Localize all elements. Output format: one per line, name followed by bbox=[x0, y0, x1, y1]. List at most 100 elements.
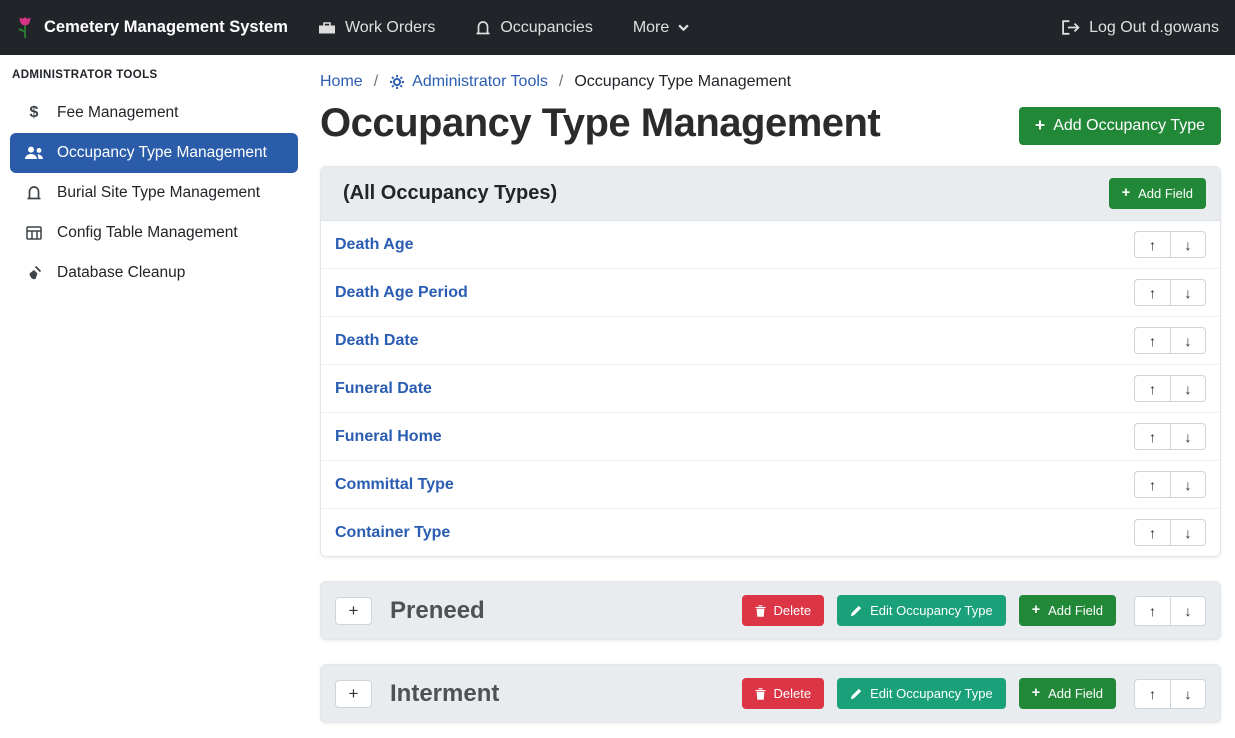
field-link-death-date[interactable]: Death Date bbox=[335, 332, 419, 350]
add-field-button[interactable]: + Add Field bbox=[1109, 178, 1206, 209]
sidebar-item-database-cleanup[interactable]: Database Cleanup bbox=[0, 253, 308, 293]
breadcrumb: Home / Administrator Tools / Occupancy T… bbox=[320, 65, 1221, 91]
breadcrumb-separator: / bbox=[374, 73, 378, 91]
field-row: Committal Type ↑ ↓ bbox=[321, 460, 1220, 508]
move-up-button[interactable]: ↑ bbox=[1134, 423, 1170, 450]
nav-item-occupancies[interactable]: Occupancies bbox=[475, 19, 593, 37]
breadcrumb-admin-tools-link[interactable]: Administrator Tools bbox=[389, 73, 548, 91]
sidebar-item-label: Database Cleanup bbox=[57, 264, 185, 282]
logout-button[interactable]: Log Out d.gowans bbox=[1061, 19, 1219, 37]
button-label: Delete bbox=[774, 603, 812, 618]
move-down-button[interactable]: ↓ bbox=[1170, 471, 1206, 498]
sidebar-item-fee-management[interactable]: $ Fee Management bbox=[0, 93, 308, 133]
sidebar-item-label: Fee Management bbox=[57, 104, 179, 122]
delete-button[interactable]: Delete bbox=[742, 678, 825, 709]
move-up-button[interactable]: ↑ bbox=[1134, 519, 1170, 546]
flower-logo-icon bbox=[16, 15, 34, 41]
sidebar-item-burial-site-type-management[interactable]: Burial Site Type Management bbox=[0, 173, 308, 213]
nav-item-work-orders[interactable]: Work Orders bbox=[318, 19, 435, 37]
nav-label: Work Orders bbox=[345, 19, 435, 37]
button-label: Add Field bbox=[1048, 603, 1103, 618]
field-row: Funeral Home ↑ ↓ bbox=[321, 412, 1220, 460]
move-down-button[interactable]: ↓ bbox=[1170, 679, 1206, 709]
move-down-button[interactable]: ↓ bbox=[1170, 423, 1206, 450]
navbar-links: Work Orders Occupancies More bbox=[318, 19, 689, 37]
breadcrumb-separator: / bbox=[559, 73, 563, 91]
main-content: Home / Administrator Tools / Occupancy T… bbox=[308, 55, 1235, 738]
move-down-button[interactable]: ↓ bbox=[1170, 231, 1206, 258]
delete-button[interactable]: Delete bbox=[742, 595, 825, 626]
app-brand[interactable]: Cemetery Management System bbox=[16, 15, 288, 41]
move-up-button[interactable]: ↑ bbox=[1134, 231, 1170, 258]
add-field-button[interactable]: + Add Field bbox=[1019, 595, 1116, 626]
reorder-group: ↑ ↓ bbox=[1134, 375, 1206, 402]
trash-icon bbox=[755, 688, 766, 700]
field-link-container-type[interactable]: Container Type bbox=[335, 524, 450, 542]
sidebar: ADMINISTRATOR TOOLS $ Fee Management Occ… bbox=[0, 55, 308, 738]
gear-icon bbox=[389, 74, 405, 90]
move-up-button[interactable]: ↑ bbox=[1134, 327, 1170, 354]
pencil-icon bbox=[850, 688, 862, 700]
move-down-button[interactable]: ↓ bbox=[1170, 375, 1206, 402]
move-down-button[interactable]: ↓ bbox=[1170, 279, 1206, 306]
app-title: Cemetery Management System bbox=[44, 18, 288, 37]
occupancy-type-card-preneed: + Preneed Delete bbox=[320, 581, 1221, 640]
edit-occupancy-type-button[interactable]: Edit Occupancy Type bbox=[837, 595, 1006, 626]
move-down-button[interactable]: ↓ bbox=[1170, 596, 1206, 626]
move-down-button[interactable]: ↓ bbox=[1170, 327, 1206, 354]
field-link-funeral-date[interactable]: Funeral Date bbox=[335, 380, 432, 398]
button-label: Add Field bbox=[1048, 686, 1103, 701]
move-down-button[interactable]: ↓ bbox=[1170, 519, 1206, 546]
occupancy-type-actions: Delete Edit Occupancy Type + Add Field ↑ bbox=[742, 595, 1206, 626]
page-header: Occupancy Type Management + Add Occupanc… bbox=[320, 93, 1221, 146]
page-title: Occupancy Type Management bbox=[320, 101, 880, 146]
expand-button[interactable]: + bbox=[335, 680, 372, 708]
button-label: Add Occupancy Type bbox=[1053, 117, 1205, 135]
field-row: Death Age Period ↑ ↓ bbox=[321, 268, 1220, 316]
sidebar-heading: ADMINISTRATOR TOOLS bbox=[0, 69, 308, 93]
chevron-down-icon bbox=[678, 24, 689, 31]
field-row: Death Date ↑ ↓ bbox=[321, 316, 1220, 364]
move-up-button[interactable]: ↑ bbox=[1134, 596, 1170, 626]
expand-button[interactable]: + bbox=[335, 597, 372, 625]
nav-label: Occupancies bbox=[500, 19, 593, 37]
reorder-group: ↑ ↓ bbox=[1134, 327, 1206, 354]
add-field-button[interactable]: + Add Field bbox=[1019, 678, 1116, 709]
logout-label: Log Out d.gowans bbox=[1089, 19, 1219, 37]
field-link-funeral-home[interactable]: Funeral Home bbox=[335, 428, 442, 446]
breadcrumb-home-link[interactable]: Home bbox=[320, 73, 363, 91]
trash-icon bbox=[755, 605, 766, 617]
button-label: Add Field bbox=[1138, 186, 1193, 201]
edit-occupancy-type-button[interactable]: Edit Occupancy Type bbox=[837, 678, 1006, 709]
sidebar-item-occupancy-type-management[interactable]: Occupancy Type Management bbox=[10, 133, 298, 173]
move-up-button[interactable]: ↑ bbox=[1134, 679, 1170, 709]
occupancy-type-title: Preneed bbox=[390, 597, 724, 625]
field-link-committal-type[interactable]: Committal Type bbox=[335, 476, 454, 494]
move-up-button[interactable]: ↑ bbox=[1134, 279, 1170, 306]
all-occupancy-types-card: (All Occupancy Types) + Add Field Death … bbox=[320, 166, 1221, 557]
plus-icon: + bbox=[1122, 186, 1130, 200]
field-link-death-age-period[interactable]: Death Age Period bbox=[335, 284, 468, 302]
button-label: Edit Occupancy Type bbox=[870, 603, 993, 618]
breadcrumb-current: Occupancy Type Management bbox=[574, 73, 791, 91]
monument-icon bbox=[24, 185, 44, 201]
work-orders-icon bbox=[318, 20, 336, 35]
sidebar-item-config-table-management[interactable]: Config Table Management bbox=[0, 213, 308, 253]
nav-item-more[interactable]: More bbox=[633, 19, 689, 37]
move-up-button[interactable]: ↑ bbox=[1134, 375, 1170, 402]
reorder-group: ↑ ↓ bbox=[1134, 279, 1206, 306]
reorder-group: ↑ ↓ bbox=[1134, 231, 1206, 258]
reorder-group: ↑ ↓ bbox=[1134, 519, 1206, 546]
all-types-card-header: (All Occupancy Types) + Add Field bbox=[321, 167, 1220, 221]
move-up-button[interactable]: ↑ bbox=[1134, 471, 1170, 498]
sidebar-item-label: Burial Site Type Management bbox=[57, 184, 260, 202]
field-link-death-age[interactable]: Death Age bbox=[335, 236, 414, 254]
button-label: Edit Occupancy Type bbox=[870, 686, 993, 701]
sidebar-item-label: Occupancy Type Management bbox=[57, 144, 267, 162]
field-row: Container Type ↑ ↓ bbox=[321, 508, 1220, 556]
broom-icon bbox=[24, 265, 44, 281]
reorder-group: ↑ ↓ bbox=[1134, 423, 1206, 450]
add-occupancy-type-button[interactable]: + Add Occupancy Type bbox=[1019, 107, 1221, 145]
plus-icon: + bbox=[1032, 686, 1040, 700]
plus-icon: + bbox=[1035, 117, 1045, 135]
